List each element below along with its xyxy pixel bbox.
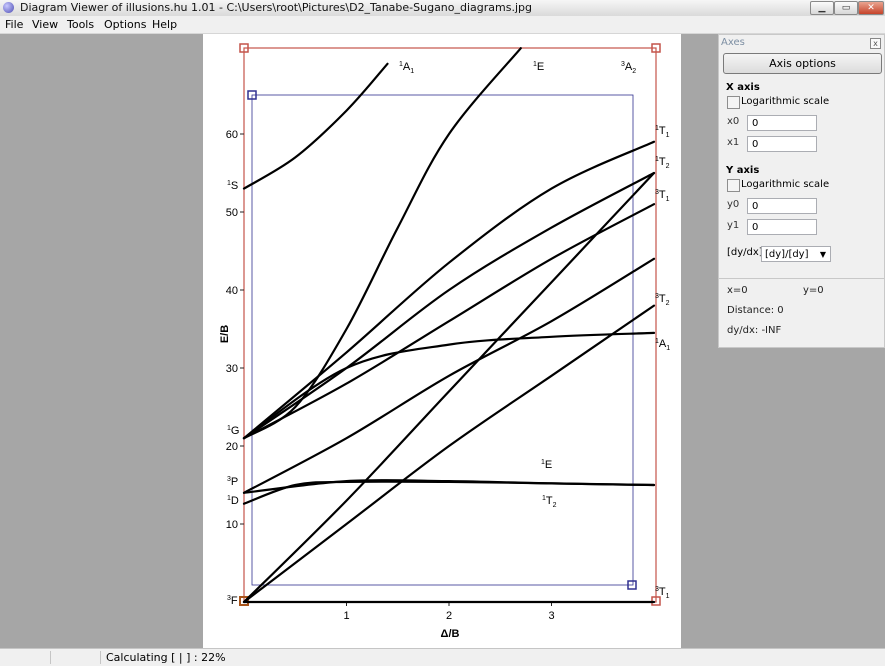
status-bar: Calculating [ | ] : 22% [0, 648, 885, 666]
right-term-label: 3T1 [655, 586, 670, 600]
y-log-scale-label: Logarithmic scale [741, 179, 830, 190]
slope-readout: dy/dx: -INF [727, 325, 782, 336]
menu-file[interactable]: File [5, 18, 23, 31]
left-term-label: 1D [227, 495, 239, 507]
x-axis-section-title: X axis [726, 82, 760, 93]
x-tick-label: 1 [343, 610, 349, 622]
status-divider [100, 651, 101, 664]
left-term-label: 1S [227, 180, 238, 192]
x-log-scale-label: Logarithmic scale [741, 96, 830, 107]
maximize-button[interactable]: ▭ [834, 1, 858, 15]
y-axis-title: E/B [219, 325, 231, 343]
diagram-sheet: 10 20 30 40 50 60 1 2 3 E/B Δ/B 1S 1G 3P 1D 3F 1T1 1T2 3T… [203, 34, 681, 648]
x-readout: x=0 [727, 285, 748, 296]
dydx-selected-value: [dy]/[dy] [765, 249, 809, 260]
top-term-label: 1A1 [399, 61, 414, 75]
distance-readout: Distance: 0 [727, 305, 784, 316]
checkbox-box[interactable] [727, 179, 740, 192]
x-axis-title: Δ/B [441, 628, 460, 640]
panel-divider [719, 278, 884, 279]
menu-view[interactable]: View [32, 18, 58, 31]
y1-input[interactable]: 0 [747, 219, 817, 235]
inner-calibration-frame [251, 94, 634, 586]
y-tick-label: 50 [226, 207, 238, 219]
x1-label: x1 [727, 137, 740, 148]
left-term-label: 1G [227, 425, 239, 437]
energy-curve [242, 171, 656, 440]
y-axis-section-title: Y axis [726, 165, 760, 176]
panel-close-icon[interactable]: x [870, 38, 881, 49]
right-term-label: 1T1 [655, 125, 670, 139]
title-bar: Diagram Viewer of illusions.hu 1.01 - C:… [0, 0, 885, 17]
app-icon [3, 2, 14, 13]
energy-curve [242, 62, 389, 190]
window-title: Diagram Viewer of illusions.hu 1.01 - C:… [20, 1, 532, 14]
menu-options[interactable]: Options [104, 18, 146, 31]
y-tick-label: 40 [226, 285, 238, 297]
y-tick-label: 60 [226, 129, 238, 141]
tanabe-sugano-diagram[interactable]: 10 20 30 40 50 60 1 2 3 E/B Δ/B 1S 1G 3P 1D 3F 1T1 1T2 3T… [203, 34, 681, 648]
energy-level-curves [242, 47, 656, 604]
y-tick-label: 30 [226, 363, 238, 375]
energy-curve [242, 47, 522, 440]
status-divider [50, 651, 51, 664]
y0-input[interactable]: 0 [747, 198, 817, 214]
x0-input[interactable]: 0 [747, 115, 817, 131]
energy-curve [242, 304, 656, 604]
close-button[interactable]: ✕ [858, 1, 884, 15]
x1-input[interactable]: 0 [747, 136, 817, 152]
y-readout: y=0 [803, 285, 824, 296]
menu-bar: File View Tools Options Help [0, 16, 885, 34]
menu-help[interactable]: Help [152, 18, 177, 31]
y-tick-label: 10 [226, 519, 238, 531]
axes-panel-title: Axes [721, 37, 745, 48]
x0-label: x0 [727, 116, 740, 127]
dydx-label: [dy/dx] [727, 247, 763, 258]
dydx-select[interactable]: [dy]/[dy] ▼ [761, 246, 831, 262]
chevron-down-icon[interactable]: ▼ [820, 247, 826, 262]
right-term-label: 3T2 [655, 293, 670, 307]
menu-tools[interactable]: Tools [67, 18, 94, 31]
diagram-axes: 10 20 30 40 50 60 1 2 3 E/B Δ/B [219, 129, 555, 640]
y-tick-label: 20 [226, 441, 238, 453]
mid-term-label: 1E [541, 459, 552, 471]
y1-label: y1 [727, 220, 740, 231]
energy-curve [242, 257, 656, 494]
left-term-label: 3F [227, 595, 238, 607]
status-text: Calculating [ | ] : 22% [106, 651, 226, 664]
top-term-label: 3A2 [621, 61, 636, 75]
right-term-label: 1T2 [655, 156, 670, 170]
right-term-label: 1A1 [655, 338, 670, 352]
y0-label: y0 [727, 199, 740, 210]
axes-panel: Axes x Axis options X axis Logarithmic s… [718, 34, 885, 348]
x-tick-label: 2 [446, 610, 452, 622]
top-term-label: 1E [533, 61, 544, 73]
checkbox-box[interactable] [727, 96, 740, 109]
minimize-button[interactable]: ▁ [810, 1, 834, 15]
mid-term-label: 1T2 [542, 495, 557, 509]
x-tick-label: 3 [548, 610, 554, 622]
right-term-label: 3T1 [655, 189, 670, 203]
left-term-label: 3P [227, 476, 238, 488]
axis-options-button[interactable]: Axis options [723, 53, 882, 74]
